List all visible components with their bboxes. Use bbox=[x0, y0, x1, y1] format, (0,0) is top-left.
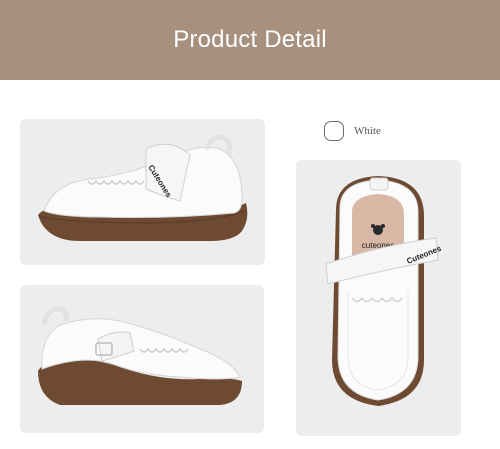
color-swatch[interactable] bbox=[324, 121, 344, 141]
page-title: Product Detail bbox=[173, 26, 327, 53]
color-option-white[interactable]: White bbox=[324, 119, 381, 143]
shoe-inner-illustration bbox=[38, 306, 242, 405]
page-header: Product Detail bbox=[0, 0, 500, 80]
color-label: White bbox=[354, 125, 381, 137]
product-photo-side: Cuteones bbox=[20, 119, 265, 265]
shoe-side-illustration: Cuteones bbox=[38, 134, 248, 241]
shoe-top-illustration: cuteones 16 Cuteones bbox=[325, 176, 443, 406]
product-photo-inner-side bbox=[20, 285, 264, 433]
product-photo-top: cuteones 16 Cuteones bbox=[296, 160, 461, 436]
